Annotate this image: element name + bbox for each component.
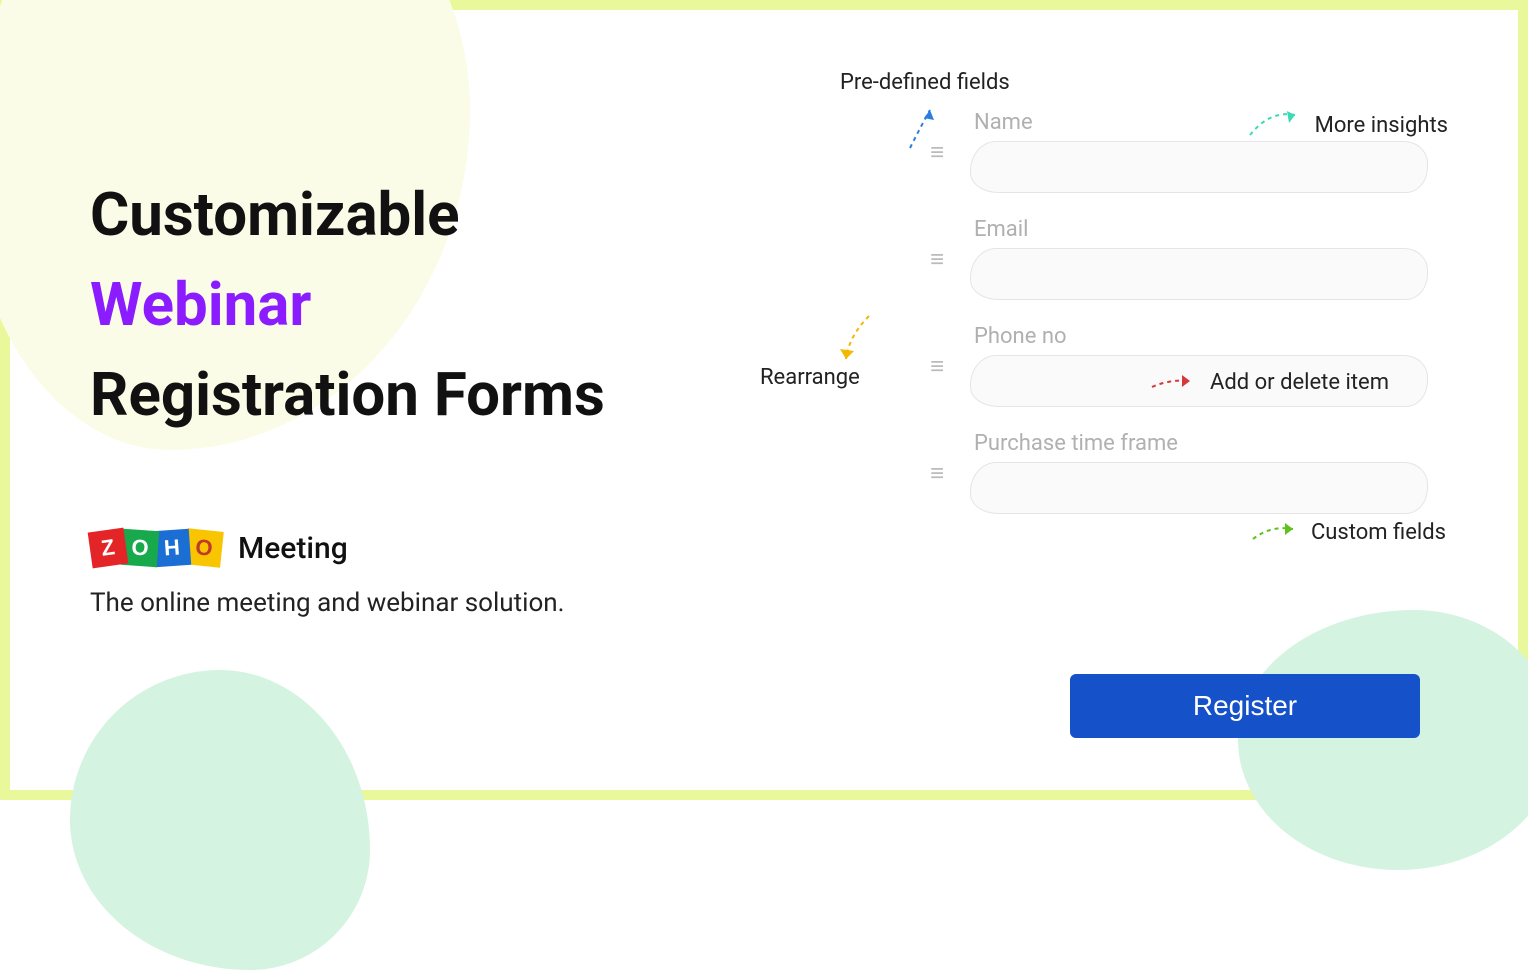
arrow-icon	[900, 98, 940, 158]
callout-label: Pre-defined fields	[840, 70, 1010, 95]
tagline: The online meeting and webinar solution.	[90, 588, 750, 618]
headline-line1: Customizable	[90, 179, 460, 250]
headline: Customizable Webinar Registration Forms	[90, 170, 750, 440]
field-label: Email	[970, 217, 1428, 242]
callout-label: More insights	[1315, 113, 1448, 138]
form-field-row: ≡ Email	[930, 217, 1428, 300]
headline-line3: Registration Forms	[90, 359, 605, 430]
drag-handle-icon[interactable]: ≡	[930, 354, 950, 378]
arrow-icon	[1150, 371, 1200, 395]
email-field[interactable]	[970, 248, 1428, 300]
arrow-icon	[1251, 521, 1301, 545]
callout-add-or-delete: Add or delete item	[1150, 370, 1389, 395]
field-label: Purchase time frame	[970, 431, 1428, 456]
callout-rearrange: Rearrange	[760, 365, 860, 390]
arrow-icon	[1245, 105, 1305, 145]
purchase-timeframe-field[interactable]	[970, 462, 1428, 514]
callout-custom-fields: Custom fields	[1251, 520, 1446, 545]
field-label: Phone no	[970, 324, 1428, 349]
callout-predefined-fields: Pre-defined fields	[840, 70, 1010, 95]
form-field-row: ≡ Purchase time frame	[930, 431, 1428, 514]
arrow-icon	[834, 311, 884, 371]
zoho-logo: Z O H O	[90, 530, 222, 566]
brand-row: Z O H O Meeting	[90, 530, 750, 566]
callout-more-insights: More insights	[1245, 105, 1448, 145]
logo-letter-z: Z	[88, 528, 129, 569]
drag-handle-icon[interactable]: ≡	[930, 461, 950, 485]
headline-accent: Webinar	[90, 269, 311, 340]
callout-label: Custom fields	[1311, 520, 1446, 545]
drag-handle-icon[interactable]: ≡	[930, 247, 950, 271]
product-name: Meeting	[238, 531, 348, 566]
callout-label: Add or delete item	[1210, 370, 1389, 395]
registration-form: ≡ Name ≡ Email ≡ Phone no	[930, 110, 1428, 538]
register-button[interactable]: Register	[1070, 674, 1420, 738]
name-field[interactable]	[970, 141, 1428, 193]
